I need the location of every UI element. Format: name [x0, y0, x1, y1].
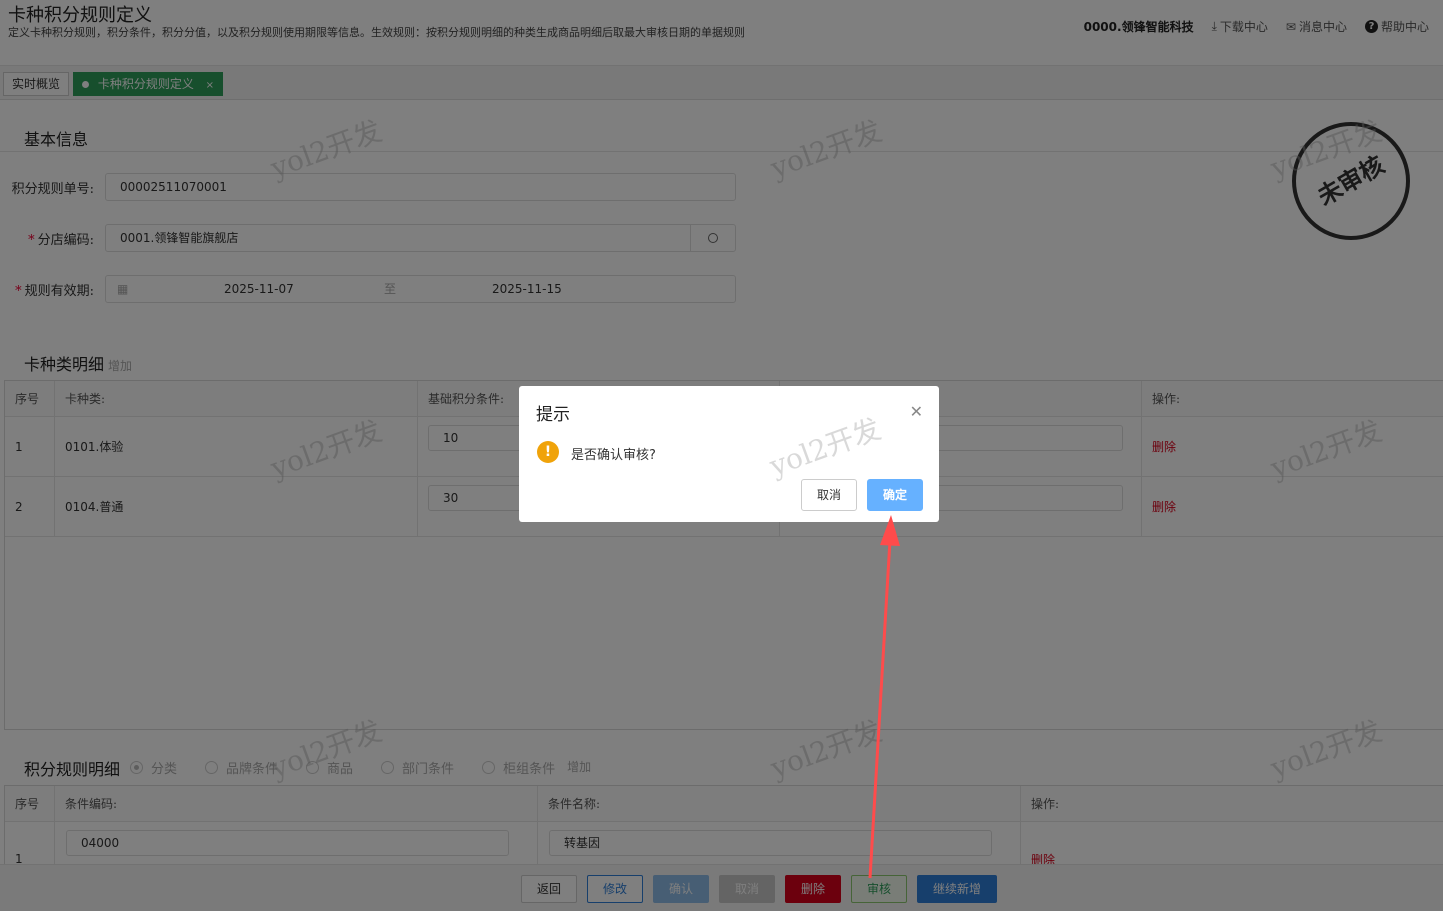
close-icon[interactable]: ✕: [910, 402, 923, 421]
watermark: yol2开发: [765, 412, 886, 483]
warning-icon: !: [537, 441, 559, 463]
dialog-title: 提示: [536, 405, 570, 425]
confirm-dialog: 提示 ✕ ! 是否确认审核? yol2开发 取消 确定: [519, 386, 939, 522]
dialog-message: 是否确认审核?: [571, 448, 656, 463]
dialog-cancel-button[interactable]: 取消: [801, 479, 857, 511]
dialog-ok-button[interactable]: 确定: [867, 479, 923, 511]
